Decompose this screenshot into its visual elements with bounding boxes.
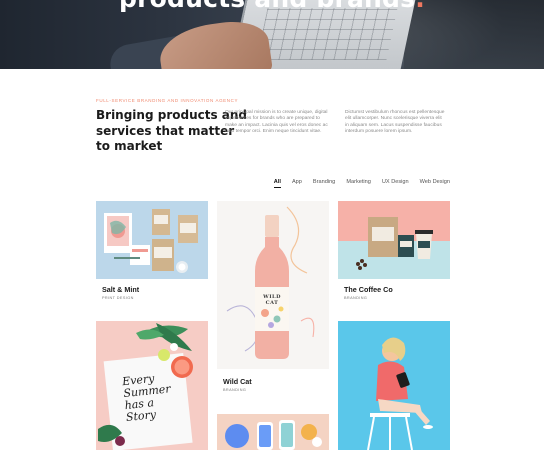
hero-title: products and brands. [0,0,544,13]
intro-headline: Bringing products and services that matt… [96,108,248,155]
hero-keys [256,8,398,60]
project-card-coffee-co[interactable]: The Coffee Co BRANDING [338,201,450,301]
headline-line: to market [96,139,163,153]
project-category: BRANDING [344,296,368,300]
project-card-salt-mint[interactable]: Salt & Mint PRINT DESIGN [96,201,208,301]
project-image-summer-poster: Every Summer has a Story [96,321,208,450]
project-image-coffee-co [338,201,450,279]
wine-bottle-label-text: WILD CAT [263,294,281,306]
filter-all[interactable]: All [273,179,281,188]
project-image-wild-cat: WILD CAT [217,201,329,369]
paragraph-line: odio tempor orci. Enim neque tincidunt v… [225,129,322,135]
hero-title-dot: . [415,0,425,13]
intro-eyebrow: FULL-SERVICE BRANDING AND INNOVATION AGE… [96,98,239,103]
filter-app[interactable]: App [292,179,302,188]
paragraph-line: elit ullamcorper. Nunc scelerisque viver… [345,116,442,122]
filter-ux-design[interactable]: UX Design [382,179,409,188]
filter-branding[interactable]: Branding [313,179,335,188]
filter-web-design[interactable]: Web Design [420,179,450,188]
project-category: BRANDING [223,388,247,392]
headline-line: Bringing products and [96,108,248,122]
project-card-mobile-app[interactable] [217,414,329,450]
portfolio-filter-bar: All App Branding Marketing UX Design Web… [263,179,450,188]
hero-banner: products and brands. [0,0,544,69]
poster-lettering: Every Summer has a Story [122,370,187,424]
project-title[interactable]: Salt & Mint [102,285,139,294]
project-image-mobile-app [217,414,329,450]
intro-paragraph-secondary: Dictumst vestibulum rhoncus est pellente… [345,110,453,136]
project-image-lifestyle [338,321,450,450]
project-title[interactable]: The Coffee Co [344,285,393,294]
intro-paragraph-mission: Our principal mission is to create uniqu… [225,110,333,136]
headline-line: services that matter [96,123,235,138]
filter-marketing[interactable]: Marketing [346,179,371,188]
project-category: PRINT DESIGN [102,296,134,300]
project-card-wild-cat[interactable]: WILD CAT Wild Cat BRANDING [217,201,329,396]
paragraph-line: interdum posuere lorem ipsum. [345,129,413,135]
project-card-summer-poster[interactable]: Every Summer has a Story [96,321,208,450]
project-image-salt-mint [96,201,208,279]
project-title[interactable]: Wild Cat [223,377,252,386]
project-card-lifestyle[interactable] [338,321,450,450]
paragraph-line: experiences for brands who are prepared … [225,116,320,122]
